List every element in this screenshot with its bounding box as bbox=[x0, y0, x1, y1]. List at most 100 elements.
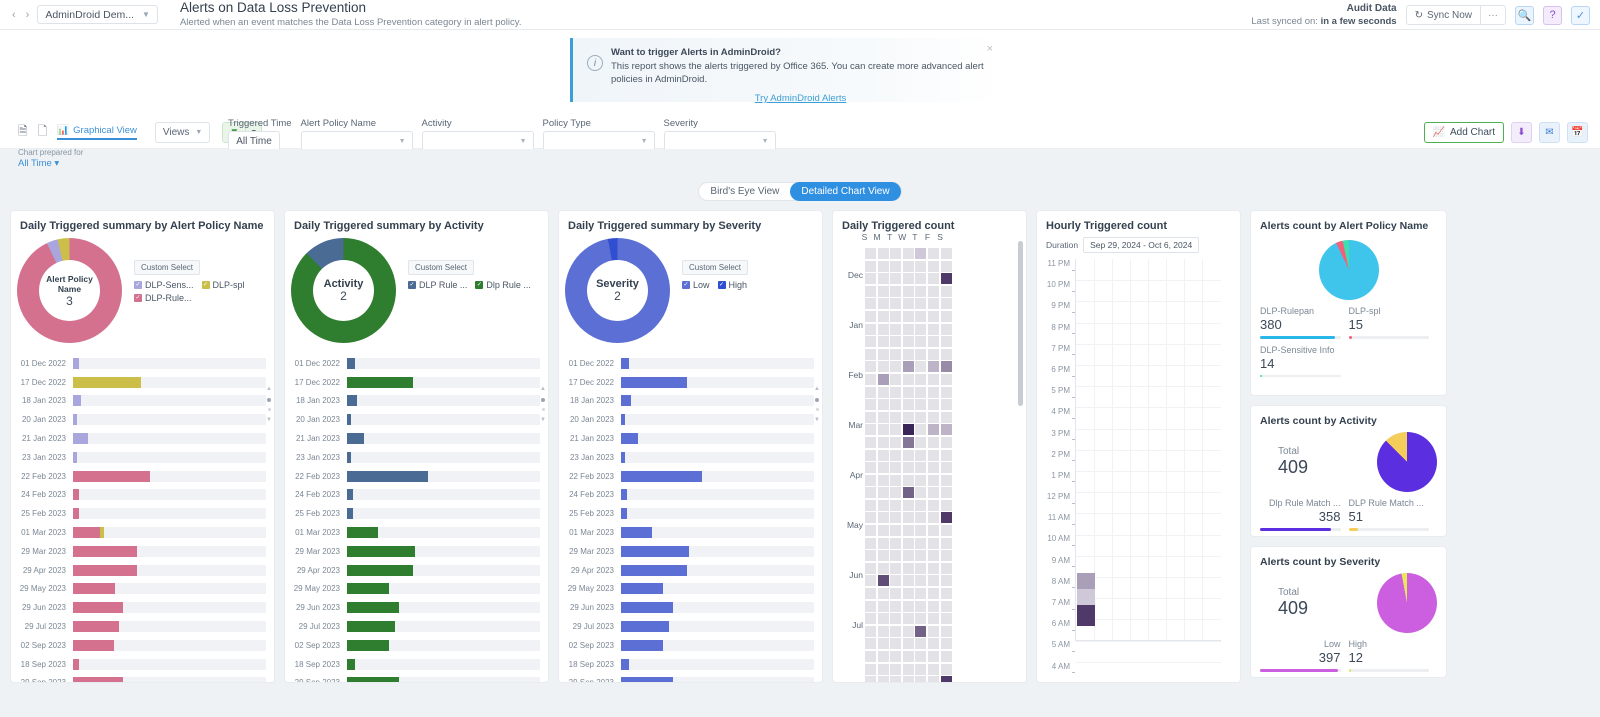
calendar-cell[interactable] bbox=[890, 399, 902, 411]
calendar-cell[interactable] bbox=[915, 625, 927, 637]
bar-row[interactable]: 29 Mar 2023 bbox=[17, 542, 266, 561]
calendar-cell[interactable] bbox=[915, 676, 927, 682]
bar-segment[interactable] bbox=[73, 545, 137, 557]
calendar-cell[interactable] bbox=[877, 600, 889, 612]
bar-segment[interactable] bbox=[621, 451, 625, 463]
calendar-cell[interactable] bbox=[890, 323, 902, 335]
calendar-cell[interactable] bbox=[877, 588, 889, 600]
calendar-cell[interactable] bbox=[877, 298, 889, 310]
calendar-cell[interactable] bbox=[940, 248, 952, 259]
bar-row[interactable]: 20 Jan 2023 bbox=[291, 410, 540, 429]
calendar-cell[interactable] bbox=[915, 424, 927, 436]
calendar-cell[interactable] bbox=[877, 248, 889, 259]
calendar-cell[interactable] bbox=[915, 663, 927, 675]
calendar-cell[interactable] bbox=[915, 436, 927, 448]
calendar-cell[interactable] bbox=[890, 487, 902, 499]
calendar-cell[interactable] bbox=[915, 260, 927, 272]
calendar-cell[interactable] bbox=[877, 336, 889, 348]
document-icon[interactable]: 🗎 bbox=[18, 122, 28, 143]
calendar-cell[interactable] bbox=[915, 348, 927, 360]
calendar-grid[interactable] bbox=[865, 248, 952, 682]
calendar-cell[interactable] bbox=[927, 575, 939, 587]
bar-segment[interactable] bbox=[347, 602, 400, 614]
calendar-cell[interactable] bbox=[890, 361, 902, 373]
calendar-cell[interactable] bbox=[902, 273, 914, 285]
calendar-cell[interactable] bbox=[865, 285, 876, 297]
calendar-cell[interactable] bbox=[877, 512, 889, 524]
calendar-cell[interactable] bbox=[915, 310, 927, 322]
pie-chart[interactable] bbox=[1318, 240, 1379, 300]
calendar-cell[interactable] bbox=[915, 575, 927, 587]
calendar-cell[interactable] bbox=[902, 411, 914, 423]
calendar-cell[interactable] bbox=[902, 625, 914, 637]
bar-segment[interactable] bbox=[347, 564, 413, 576]
bar-row[interactable]: 29 Jun 2023 bbox=[291, 598, 540, 617]
calendar-cell[interactable] bbox=[940, 550, 952, 562]
bar-segment[interactable] bbox=[73, 564, 137, 576]
tab-birds-eye-view[interactable]: Bird's Eye View bbox=[699, 182, 790, 201]
bar-row[interactable]: 18 Jan 2023 bbox=[565, 392, 814, 411]
calendar-cell[interactable] bbox=[940, 273, 952, 285]
calendar-cell[interactable] bbox=[915, 474, 927, 486]
bar-row[interactable]: 24 Feb 2023 bbox=[17, 486, 266, 505]
bar-segment[interactable] bbox=[347, 621, 396, 633]
legend-checkbox[interactable]: ✓ bbox=[408, 281, 416, 289]
calendar-cell[interactable] bbox=[877, 562, 889, 574]
calendar-cell[interactable] bbox=[915, 562, 927, 574]
bar-row[interactable]: 21 Jan 2023 bbox=[17, 429, 266, 448]
calendar-cell[interactable] bbox=[927, 663, 939, 675]
bar-segment[interactable] bbox=[347, 508, 353, 520]
download-icon[interactable]: ⬇ bbox=[1511, 121, 1532, 143]
calendar-cell[interactable] bbox=[865, 248, 876, 259]
calendar-cell[interactable] bbox=[890, 600, 902, 612]
calendar-cell[interactable] bbox=[877, 436, 889, 448]
calendar-cell[interactable] bbox=[927, 399, 939, 411]
calendar-cell[interactable] bbox=[865, 537, 876, 549]
bar-segment[interactable] bbox=[621, 677, 674, 682]
calendar-cell[interactable] bbox=[927, 424, 939, 436]
legend-checkbox[interactable]: ✓ bbox=[134, 294, 142, 302]
calendar-cell[interactable] bbox=[890, 298, 902, 310]
bar-segment[interactable] bbox=[73, 451, 77, 463]
calendar-cell[interactable] bbox=[927, 525, 939, 537]
calendar-cell[interactable] bbox=[902, 487, 914, 499]
calendar-cell[interactable] bbox=[927, 298, 939, 310]
bar-segment[interactable] bbox=[621, 602, 674, 614]
check-circle-icon[interactable]: ✓ bbox=[1571, 5, 1590, 25]
calendar-cell[interactable] bbox=[902, 310, 914, 322]
bar-segment[interactable] bbox=[621, 376, 687, 388]
bar-row[interactable]: 02 Sep 2023 bbox=[17, 636, 266, 655]
bar-row[interactable]: 20 Jan 2023 bbox=[565, 410, 814, 429]
calendar-cell[interactable] bbox=[865, 424, 876, 436]
calendar-cell[interactable] bbox=[902, 323, 914, 335]
calendar-cell[interactable] bbox=[940, 638, 952, 650]
bar-row[interactable]: 01 Mar 2023 bbox=[565, 523, 814, 542]
calendar-cell[interactable] bbox=[902, 600, 914, 612]
scroll-down-icon[interactable]: ▼ bbox=[540, 417, 546, 423]
calendar-cell[interactable] bbox=[927, 588, 939, 600]
calendar-cell[interactable] bbox=[902, 499, 914, 511]
bar-row[interactable]: 25 Feb 2023 bbox=[291, 504, 540, 523]
calendar-cell[interactable] bbox=[890, 512, 902, 524]
calendar-cell[interactable] bbox=[940, 600, 952, 612]
calendar-cell[interactable] bbox=[902, 336, 914, 348]
calendar-cell[interactable] bbox=[902, 651, 914, 662]
calendar-cell[interactable] bbox=[915, 638, 927, 650]
bar-segment[interactable] bbox=[347, 376, 413, 388]
bar-segment[interactable] bbox=[621, 639, 664, 651]
legend-item[interactable]: ✓ DLP-spl bbox=[201, 280, 245, 290]
calendar-cell[interactable] bbox=[865, 462, 876, 474]
calendar-cell[interactable] bbox=[890, 638, 902, 650]
calendar-cell[interactable] bbox=[940, 436, 952, 448]
calendar-cell[interactable] bbox=[877, 260, 889, 272]
calendar-cell[interactable] bbox=[877, 575, 889, 587]
calendar-cell[interactable] bbox=[902, 575, 914, 587]
bar-segment[interactable] bbox=[73, 621, 120, 633]
calendar-cell[interactable] bbox=[927, 462, 939, 474]
search-icon[interactable]: 🔍 bbox=[1515, 5, 1534, 25]
bar-segment[interactable] bbox=[621, 395, 631, 407]
calendar-cell[interactable] bbox=[877, 323, 889, 335]
calendar-cell[interactable] bbox=[890, 676, 902, 682]
calendar-cell[interactable] bbox=[865, 676, 876, 682]
calendar-cell[interactable] bbox=[927, 537, 939, 549]
